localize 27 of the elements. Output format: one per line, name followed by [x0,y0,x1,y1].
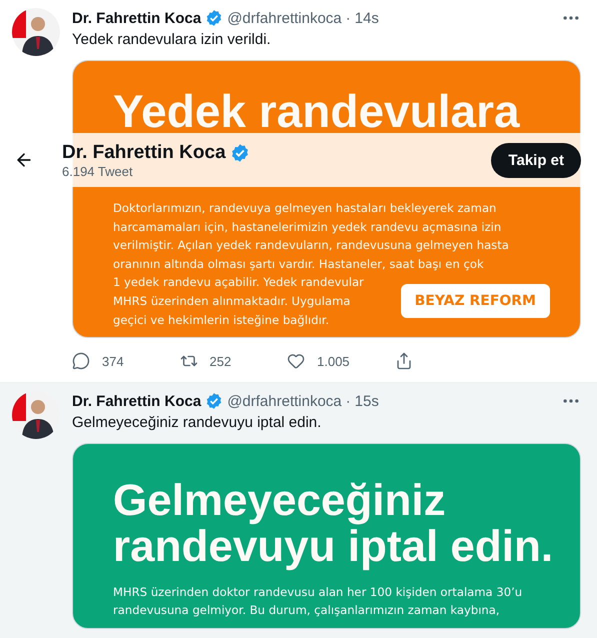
brand-label: BEYAZ REFORM [400,284,550,318]
tweet-text: Yedek randevulara izin verildi. [72,30,272,50]
author-handle[interactable]: @drfahrettinkoca [227,10,342,26]
separator-dot: · [346,10,351,26]
author-name[interactable]: Dr. Fahrettin Koca [72,10,202,26]
card-headline: Yedek randevulara [113,87,521,136]
card-body-text: Doktorlarımızın, randevuya gelmeyen hastaları bekleyerek zaman harcamamaları için, hastanelerimizin yedek randevu açmasına izin verilmiştir. Açılan yedek randevuların, randevusuna gelmeyen hasta oranının altında olması şartı vardır. Hastaneler, saat başı en çok [113,200,510,273]
reply-button[interactable]: 374 [72,352,180,370]
retweet-button[interactable]: 252 [180,352,287,370]
profile-name: Dr. Fahrettin Koca [62,142,226,164]
follow-button[interactable]: Takip et [491,142,581,178]
avatar[interactable] [12,8,60,56]
tweet-time[interactable]: 14s [354,10,379,26]
author-name[interactable]: Dr. Fahrettin Koca [72,392,202,410]
card-body-text: 1 yedek randevu açabilir. Yedek randevular MHRS üzerinden alınmaktadır. Uygulama geçici ve hekimlerin isteğine bağlıdır. [113,274,365,329]
card-body-text: MHRS üzerinden doktor randevusu alan her 100 kişiden ortalama 30’u randevusuna gelmiyor. Bu durum, çalışanlarımızın zaman kaybına, [113,584,524,620]
share-icon [394,352,412,370]
heart-icon [287,352,305,370]
tweet-count: 6.194 Tweet [62,164,134,178]
tweet-time[interactable]: 15s [354,392,379,410]
card-headline: Gelmeyeceğiniz [113,478,447,524]
card-headline: randevuyu iptal edin. [113,524,550,570]
separator-dot: · [346,392,351,410]
like-button[interactable]: 1.005 [287,352,394,370]
author-handle[interactable]: @drfahrettinkoca [227,392,342,410]
tweet-text: Gelmeyeceğiniz randevuyu iptal edin. [72,413,322,434]
speech-bubble-icon [72,352,90,370]
